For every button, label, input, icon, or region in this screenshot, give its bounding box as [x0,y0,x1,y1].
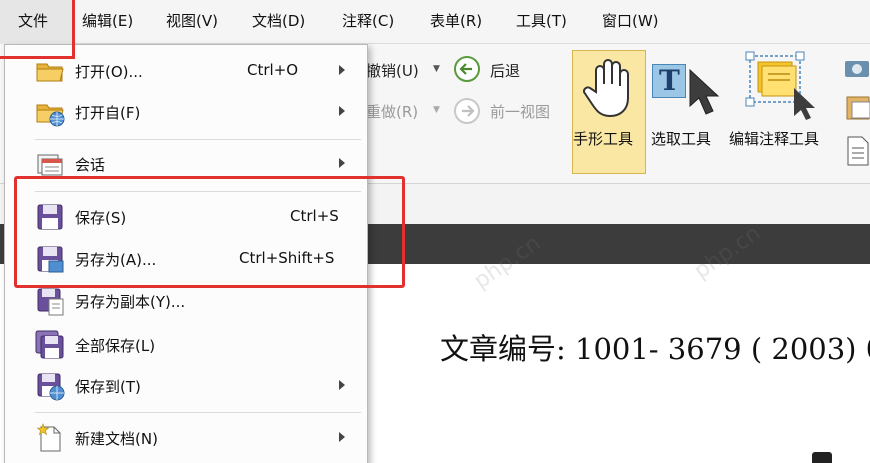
undo-button[interactable]: 撤销(U) [366,60,419,81]
submenu-arrow-icon [339,158,345,168]
hand-tool-label: 手形工具 [573,130,634,148]
menu-item-label: 全部保存(L) [75,337,156,355]
menu-item-save-to[interactable]: 保存到(T) [5,367,367,405]
select-tool-label: 选取工具 [651,130,712,148]
folder-icon [36,63,64,82]
redo-button[interactable]: 重做(R) [366,101,418,122]
back-button-icon[interactable] [454,56,480,82]
hand-icon [582,59,629,118]
menu-item-shortcut: Ctrl+O [247,61,299,79]
submenu-arrow-icon [339,380,345,390]
menu-bar: 文件 编辑(E) 视图(V) 文档(D) 注释(C) 表单(R) 工具(T) 窗… [0,0,870,44]
document-article-number: 文章编号: 1001- 3679 ( 2003) 0 [440,332,870,366]
menu-item-label: 会话 [75,156,106,174]
arrow-left-icon [459,63,472,75]
menu-item-open-from[interactable]: 打开自(F) [5,93,367,131]
menu-window[interactable]: 窗口(W) [602,10,659,32]
menu-document[interactable]: 文档(D) [252,10,305,32]
menu-tools[interactable]: 工具(T) [516,10,567,32]
annotation-tool-icon[interactable] [744,50,824,122]
menu-item-new-document[interactable]: 新建文档(N) [5,419,367,457]
camera-icon[interactable] [844,56,870,78]
prev-view-button-icon[interactable] [454,98,480,124]
arrow-right-icon [462,105,475,117]
menu-edit[interactable]: 编辑(E) [82,10,133,32]
menu-comment[interactable]: 注释(C) [342,10,394,32]
save-all-icon [35,330,64,359]
highlight-file-menu [0,0,75,59]
submenu-arrow-icon [339,65,345,75]
pointer-arrow-icon [689,68,720,115]
menu-item-save-all[interactable]: 全部保存(L) [5,326,367,364]
folder-globe-icon [36,104,65,127]
menu-item-label: 打开(O)... [75,63,143,81]
session-icon [37,154,63,176]
menu-form[interactable]: 表单(R) [430,10,482,32]
redo-dropdown-icon[interactable]: ▼ [433,105,440,115]
menu-item-label: 另存为副本(Y)... [75,293,186,311]
new-document-icon [36,423,61,452]
text-cursor-icon: T [659,64,680,97]
clipboard-icon[interactable] [846,94,870,120]
edit-annotation-tool-label: 编辑注释工具 [729,130,820,148]
menu-item-label: 新建文档(N) [75,430,158,448]
menu-item-label: 保存到(T) [75,378,141,396]
document-partial-glyph [812,452,832,463]
submenu-arrow-icon [339,106,345,116]
submenu-arrow-icon [339,432,345,442]
back-button[interactable]: 后退 [490,60,520,81]
menu-separator [35,412,361,413]
undo-dropdown-icon[interactable]: ▼ [433,64,440,74]
menu-item-label: 打开自(F) [75,104,141,122]
document-lines-icon[interactable] [846,136,870,166]
save-copy-icon [37,288,64,316]
highlight-save-items [14,176,405,288]
prev-view-button[interactable]: 前一视图 [490,101,550,122]
menu-separator [35,139,361,140]
save-to-icon [37,373,65,401]
menu-view[interactable]: 视图(V) [166,10,218,32]
